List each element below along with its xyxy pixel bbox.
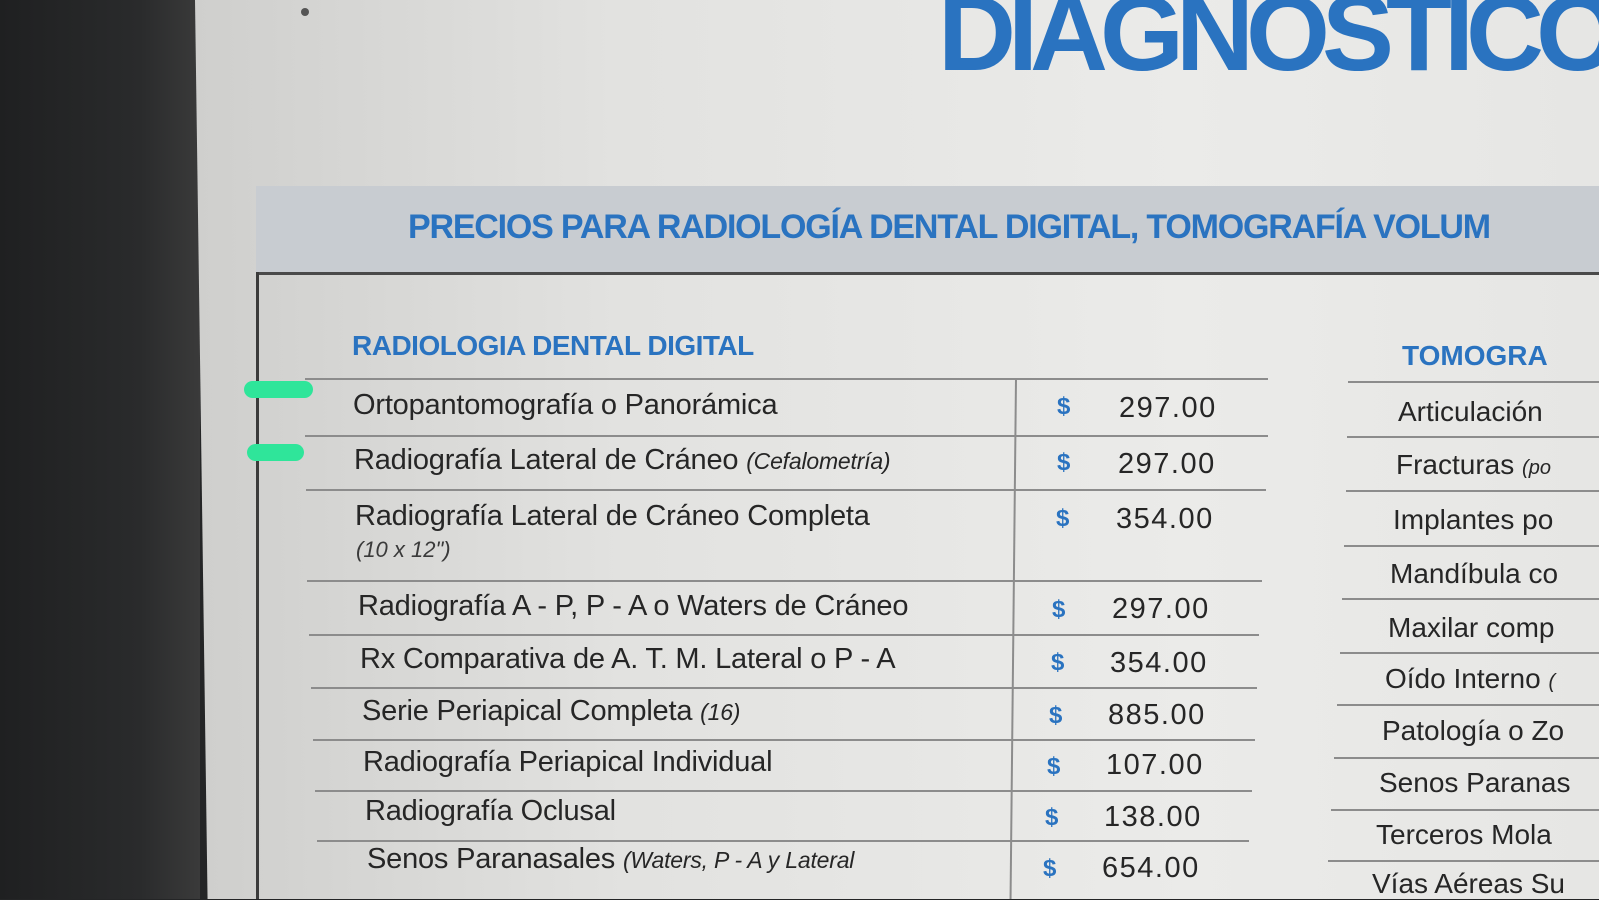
table-divider xyxy=(1340,652,1599,654)
currency-sign: $ xyxy=(1057,449,1071,476)
table-divider xyxy=(1337,704,1599,706)
item-price: 354.00 xyxy=(1116,503,1214,535)
item-name: Radiografía A - P, P - A o Waters de Crá… xyxy=(358,590,909,622)
banner-title: PRECIOS PARA RADIOLOGÍA DENTAL DIGITAL, … xyxy=(408,208,1491,246)
table-divider xyxy=(1348,381,1599,383)
table-divider xyxy=(1344,545,1599,547)
item-name: Radiografía Lateral de Cráneo Completa xyxy=(355,500,870,532)
item-name: Radiografía Lateral de Cráneo (Cefalomet… xyxy=(354,444,891,476)
tomografia-item: Terceros Mola xyxy=(1376,819,1552,850)
item-price: 354.00 xyxy=(1110,647,1208,679)
table-divider xyxy=(307,580,1262,582)
tomografia-item: Oído Interno ( xyxy=(1385,663,1556,694)
currency-sign: $ xyxy=(1052,596,1066,623)
table-divider xyxy=(313,739,1255,741)
item-price: 885.00 xyxy=(1108,699,1206,731)
item-note: (16) xyxy=(700,699,741,725)
section-title-radiologia: RADIOLOGIA DENTAL DIGITAL xyxy=(352,330,754,361)
tomografia-item: Fracturas (po xyxy=(1396,449,1551,480)
paper-dot xyxy=(301,8,309,16)
tomografia-item: Implantes po xyxy=(1393,504,1554,535)
item-name: Ortopantomografía o Panorámica xyxy=(353,389,778,421)
item-price: 297.00 xyxy=(1118,448,1216,480)
tomografia-item: Articulación xyxy=(1398,396,1543,427)
currency-sign: $ xyxy=(1047,753,1061,780)
item-price: 138.00 xyxy=(1104,801,1202,833)
item-price: 297.00 xyxy=(1112,593,1210,625)
currency-sign: $ xyxy=(1045,804,1059,831)
table-divider xyxy=(309,634,1259,636)
table-divider xyxy=(1346,490,1599,492)
item-price: 107.00 xyxy=(1106,749,1204,781)
highlighter-mark xyxy=(247,444,304,461)
table-divider xyxy=(311,687,1257,689)
item-name: Radiografía Oclusal xyxy=(365,795,616,827)
item-name: Senos Paranasales (Waters, P - A y Later… xyxy=(367,843,855,875)
tomografia-item: Vías Aéreas Su xyxy=(1372,868,1566,899)
item-name: Serie Periapical Completa (16) xyxy=(362,695,741,727)
item-price: 297.00 xyxy=(1119,392,1217,424)
table-divider xyxy=(1342,598,1599,600)
item-note: (Cefalometría) xyxy=(746,448,891,474)
currency-sign: $ xyxy=(1051,649,1065,676)
currency-sign: $ xyxy=(1056,505,1070,532)
tomografia-item: Mandíbula co xyxy=(1390,558,1559,589)
item-name: Radiografía Periapical Individual xyxy=(363,746,773,778)
table-divider xyxy=(305,378,1268,380)
table-divider xyxy=(305,435,1268,437)
table-divider xyxy=(317,840,1249,842)
currency-sign: $ xyxy=(1049,702,1063,729)
table-divider xyxy=(306,489,1266,491)
item-subnote: (10 x 12") xyxy=(356,537,451,562)
brand-title: DIAGNOSTICO xyxy=(938,0,1599,93)
table-divider xyxy=(1334,757,1599,759)
tomografia-item: Patología o Zo xyxy=(1382,715,1565,746)
tomografia-item: Maxilar comp xyxy=(1388,612,1555,643)
table-divider xyxy=(1328,860,1599,862)
table-divider xyxy=(315,790,1252,792)
section-title-tomografia: TOMOGRA xyxy=(1402,340,1548,371)
currency-sign: $ xyxy=(1043,855,1057,882)
highlighter-mark xyxy=(244,381,313,398)
tomografia-item: Senos Paranas xyxy=(1379,767,1571,798)
table-divider xyxy=(1331,809,1599,811)
item-note: (Waters, P - A y Lateral xyxy=(622,847,855,873)
currency-sign: $ xyxy=(1057,393,1071,420)
item-name: Rx Comparativa de A. T. M. Lateral o P -… xyxy=(360,643,896,675)
desk-background xyxy=(0,0,200,899)
table-divider xyxy=(1347,436,1599,438)
item-price: 654.00 xyxy=(1102,852,1200,884)
